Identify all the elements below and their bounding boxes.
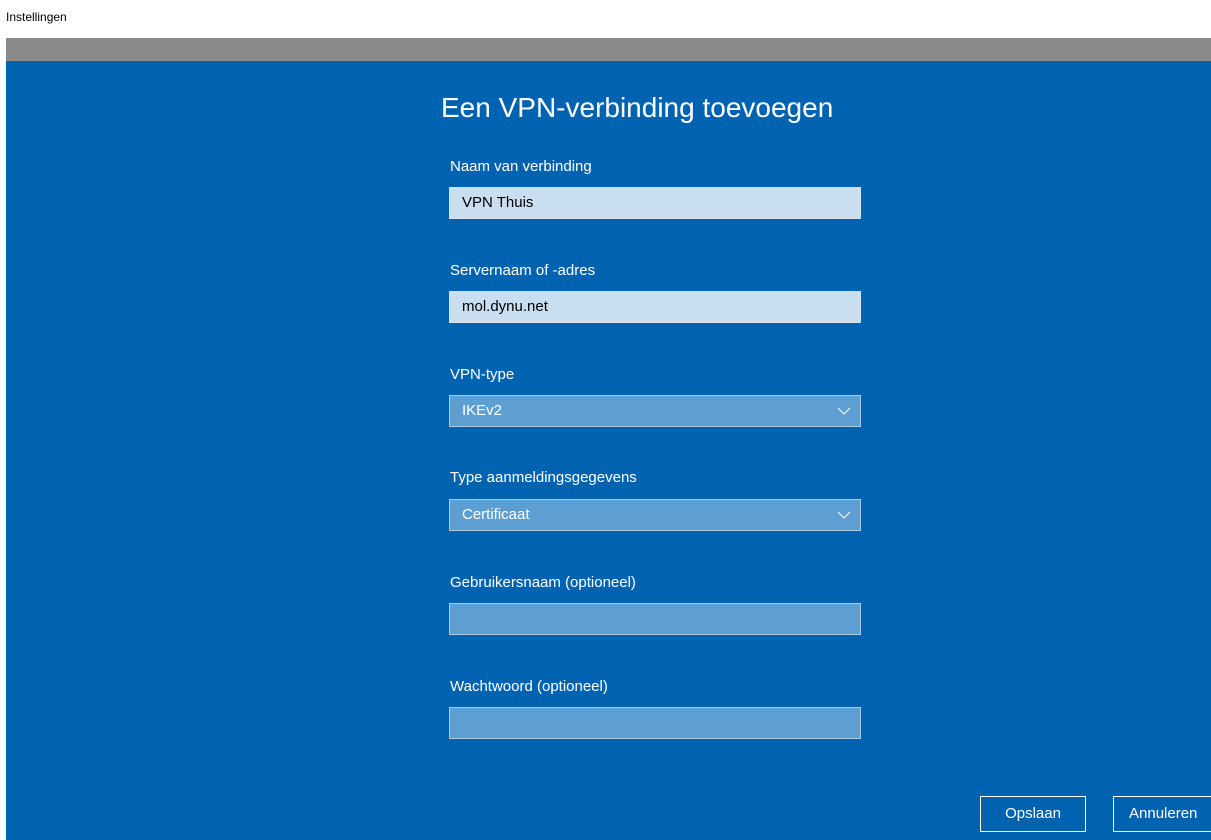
server-address-label: Servernaam of -adres — [450, 262, 596, 279]
username-input[interactable] — [449, 603, 861, 635]
vpn-type-value: IKEv2 — [462, 402, 503, 419]
server-address-input[interactable]: mol.dynu.net — [449, 291, 861, 323]
connection-name-label: Naam van verbinding — [450, 158, 592, 175]
password-input[interactable] — [449, 707, 861, 739]
save-button[interactable]: Opslaan — [980, 796, 1086, 832]
header-band — [6, 38, 1211, 61]
chevron-down-icon — [837, 407, 851, 415]
credential-type-label: Type aanmeldingsgegevens — [450, 469, 637, 486]
vpn-type-label: VPN-type — [450, 366, 515, 383]
dialog-heading: Een VPN-verbinding toevoegen — [441, 92, 834, 123]
vpn-type-select[interactable]: IKEv2 — [449, 395, 861, 427]
connection-name-input[interactable]: VPN Thuis — [449, 187, 861, 219]
credential-type-select[interactable]: Certificaat — [449, 499, 861, 531]
window-titlebar: Instellingen — [0, 0, 1211, 38]
credential-type-value: Certificaat — [462, 506, 530, 523]
password-label: Wachtwoord (optioneel) — [450, 678, 608, 695]
cancel-button[interactable]: Annuleren — [1113, 796, 1211, 832]
username-label: Gebruikersnaam (optioneel) — [450, 574, 636, 591]
chevron-down-icon — [837, 511, 851, 519]
window-title: Instellingen — [6, 10, 67, 24]
